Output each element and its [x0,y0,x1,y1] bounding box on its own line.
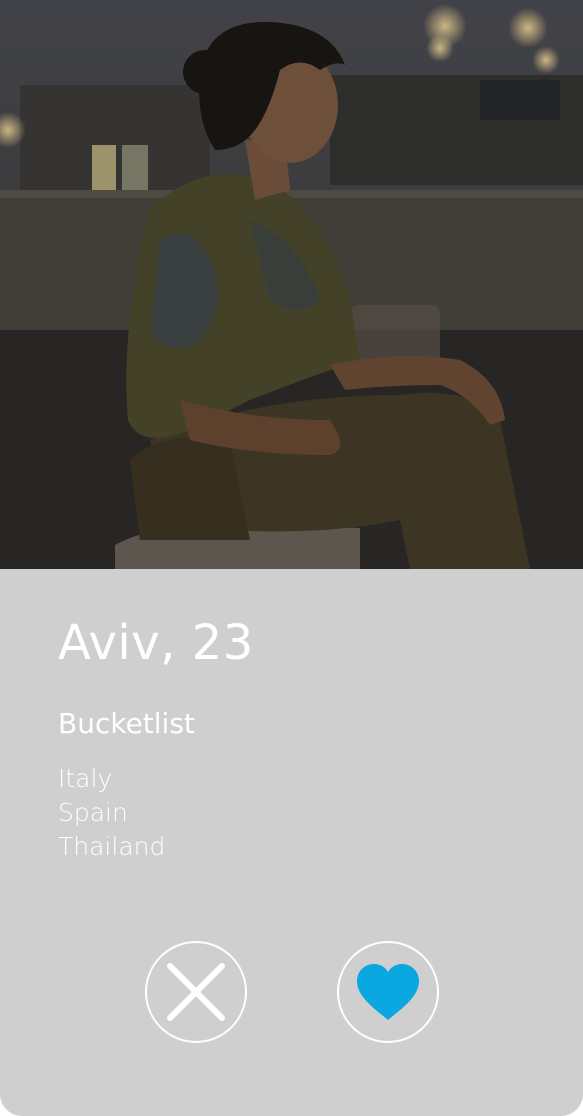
bucketlist: Italy Spain Thailand [58,762,254,864]
profile-info: Aviv, 23 Bucketlist Italy Spain Thailand [58,610,254,864]
dislike-button[interactable] [145,941,247,1043]
bucketlist-item: Spain [58,798,128,827]
profile-name-age: Aviv, 23 [58,615,254,671]
profile-photo-image [0,0,583,569]
bucketlist-item: Italy [58,764,113,793]
action-bar [0,941,583,1047]
heart-icon [357,964,419,1020]
like-button[interactable] [337,941,439,1043]
bucketlist-heading: Bucketlist [58,707,195,740]
profile-card[interactable]: Aviv, 23 Bucketlist Italy Spain Thailand [0,0,583,1116]
profile-photo [0,0,583,569]
close-icon [167,963,225,1021]
bucketlist-item: Thailand [58,832,166,861]
